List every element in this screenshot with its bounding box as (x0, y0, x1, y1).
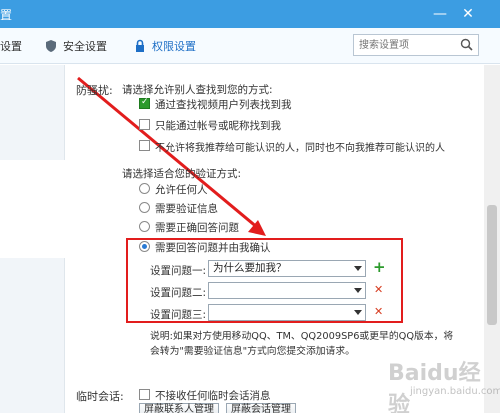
baidu-watermark-url: jingyan.baidu.com (410, 386, 500, 397)
baidu-watermark: Baidu经验 (388, 361, 481, 413)
verify-option-label-1[interactable]: 允许任何人 (155, 182, 208, 197)
annotation-highlight-box (126, 238, 403, 323)
scrollbar-thumb[interactable] (487, 205, 497, 325)
find-option-checkbox-2[interactable] (139, 119, 150, 130)
verify-option-radio-3[interactable] (139, 221, 150, 232)
blocked-contacts-button[interactable]: 屏蔽联系人管理 (139, 403, 219, 413)
find-option-label-2[interactable]: 只能通过帐号或昵称找到我 (155, 118, 281, 133)
settings-toolbar: 设置 安全设置 权限设置 (0, 28, 500, 64)
find-option-label-1[interactable]: 通过查找视频用户列表找到我 (155, 97, 292, 112)
title-bar: 置 — ✕ (0, 0, 500, 28)
temp-session-checkbox-label[interactable]: 不接收任何临时会话消息 (155, 388, 271, 403)
sidebar-item-selected[interactable] (0, 160, 65, 258)
blocked-sessions-button[interactable]: 屏蔽会话管理 (226, 403, 296, 413)
tab-security-settings[interactable]: 安全设置 (44, 38, 107, 54)
tab-permission-settings[interactable]: 权限设置 (133, 38, 196, 54)
tab-label: 设置 (0, 40, 22, 53)
verification-heading: 请选择适合您的验证方式: (122, 168, 242, 180)
find-option-checkbox-3[interactable] (139, 140, 150, 151)
tab-label: 权限设置 (152, 40, 196, 53)
window-title: 置 (0, 8, 13, 22)
find-option-label-3[interactable]: 不允许将我推荐给可能认识的人，同时也不向我推荐可能认识的人 (155, 139, 445, 154)
temp-session-checkbox[interactable] (139, 389, 150, 400)
verify-option-label-3[interactable]: 需要正确回答问题 (155, 220, 239, 235)
verification-note-line-2: 会转为"需要验证信息"方式向您提交添加请求。 (150, 346, 355, 357)
find-method-heading: 请选择允许别人查找到您的方式: (122, 84, 273, 96)
verification-note-line-1: 说明:如果对方使用移动QQ、TM、QQ2009SP6或更早的QQ版本，将 (150, 331, 454, 342)
tab-basic-settings[interactable]: 设置 (0, 38, 22, 54)
tab-label: 安全设置 (63, 40, 107, 53)
harassment-section-label: 防骚扰: (76, 84, 113, 97)
shield-icon (44, 39, 58, 53)
close-button[interactable]: ✕ (458, 4, 478, 24)
lock-icon (133, 39, 147, 53)
search-input[interactable] (354, 35, 454, 55)
search-icon[interactable] (460, 38, 473, 54)
settings-search[interactable] (353, 34, 479, 56)
verify-option-radio-1[interactable] (139, 183, 150, 194)
minimize-button[interactable]: — (430, 4, 450, 24)
verify-option-radio-2[interactable] (139, 202, 150, 213)
temp-session-section-label: 临时会话: (76, 390, 124, 403)
verify-option-label-2[interactable]: 需要验证信息 (155, 201, 218, 216)
find-option-checkbox-1[interactable] (139, 97, 150, 109)
settings-sidebar (0, 65, 65, 413)
